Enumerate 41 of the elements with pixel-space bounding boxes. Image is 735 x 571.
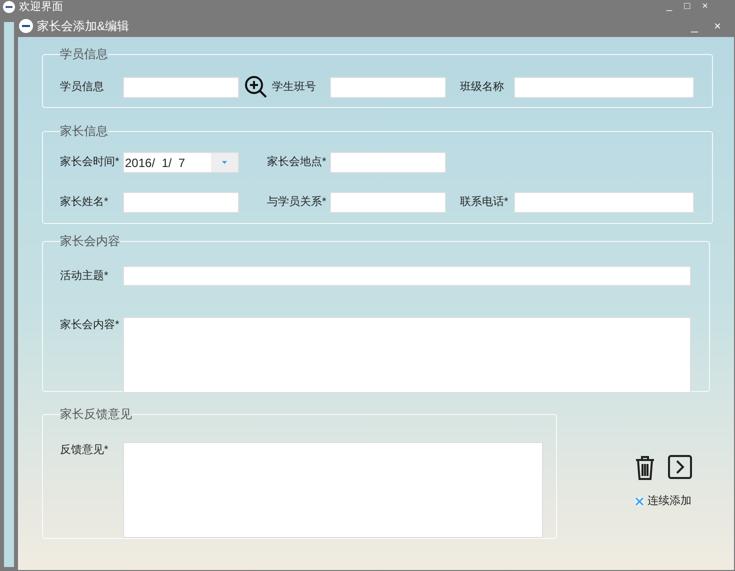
window-title: 家长会添加&编辑: [37, 18, 130, 34]
group-title: 家长反馈意见: [60, 406, 132, 423]
input-field[interactable]: [514, 76, 694, 98]
field-label: 学员信息: [60, 80, 105, 95]
input-field[interactable]: [330, 192, 446, 213]
input-field[interactable]: [330, 76, 446, 98]
field-label: 家长会时间*: [60, 154, 120, 170]
field-label: 联系电话*: [460, 194, 510, 210]
group-title: 学员信息: [60, 46, 108, 63]
input-field[interactable]: [330, 152, 446, 173]
input-field[interactable]: [123, 266, 691, 286]
window-control[interactable]: _: [691, 16, 698, 34]
window-control[interactable]: ×: [702, 2, 708, 12]
text-area[interactable]: [123, 317, 691, 393]
field-label: 与学员关系*: [267, 194, 328, 210]
field-label: 家长姓名*: [60, 194, 110, 210]
window-title: 欢迎界面: [19, 2, 63, 12]
window-control[interactable]: ×: [714, 16, 721, 34]
window-control[interactable]: □: [684, 2, 690, 12]
dropdown-arrow-icon: [222, 161, 227, 164]
app-logo-icon: [19, 18, 33, 32]
field-label: 班级名称: [460, 80, 505, 95]
window-control[interactable]: _: [666, 2, 672, 12]
check-icon: [634, 496, 644, 506]
field-label: 活动主题*: [60, 268, 110, 284]
app-logo-icon: [3, 1, 15, 13]
group-title: 家长信息: [60, 123, 108, 140]
search-icon[interactable]: [244, 75, 268, 99]
field-label: 家长会地点*: [267, 154, 328, 170]
continuous-add-checkbox[interactable]: 连续添加: [634, 493, 692, 510]
text-area[interactable]: [123, 442, 543, 538]
group-title: 家长会内容: [60, 233, 120, 250]
next-icon[interactable]: [668, 455, 692, 479]
field-label: 反馈意见*: [60, 443, 110, 458]
field-label: 学生班号: [272, 80, 317, 95]
input-field[interactable]: [514, 192, 694, 213]
date-picker[interactable]: 2016/ 1/ 7: [123, 152, 239, 173]
field-label: 家长会内容*: [60, 318, 120, 333]
delete-icon[interactable]: [634, 455, 656, 481]
input-field[interactable]: [123, 192, 239, 213]
input-field[interactable]: [123, 76, 239, 98]
